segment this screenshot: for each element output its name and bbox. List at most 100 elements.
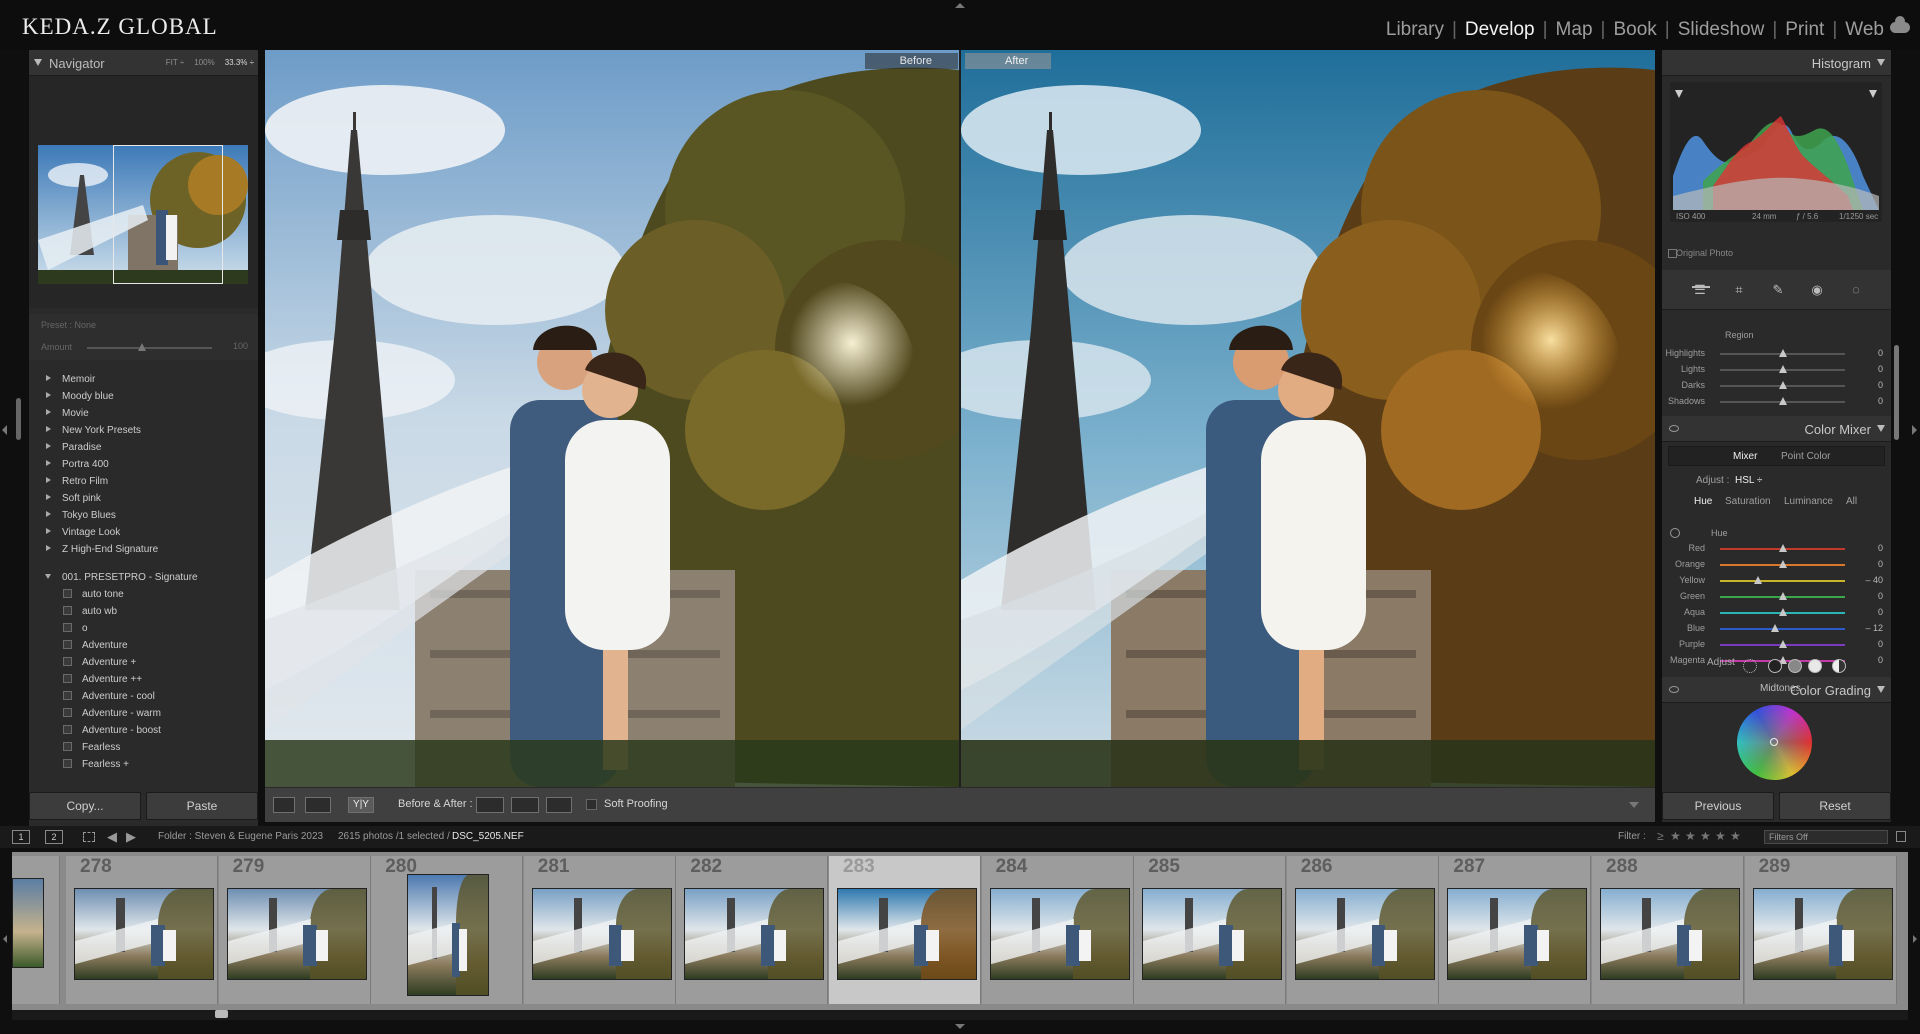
loupe-view-icon[interactable] (273, 797, 295, 813)
collapse-triangle-icon[interactable] (34, 59, 42, 66)
copy-button[interactable]: Copy... (29, 792, 141, 820)
zoom-fit[interactable]: FIT ÷ (166, 58, 184, 67)
slider-value[interactable]: 0 (1878, 364, 1883, 374)
three-way-icon[interactable] (1743, 659, 1757, 673)
module-develop[interactable]: Develop (1465, 19, 1535, 41)
filmstrip-toggle-icon[interactable] (955, 1024, 965, 1029)
preset-folder[interactable]: Tokyo Blues (29, 507, 258, 524)
preset-folder[interactable]: New York Presets (29, 422, 258, 439)
midtones-wheel-icon[interactable] (1788, 659, 1802, 673)
filmstrip-cell[interactable]: 282 (676, 856, 829, 1004)
filmstrip-cell[interactable]: 283 (829, 856, 981, 1004)
slider-value[interactable]: 0 (1878, 591, 1883, 601)
target-adjust-icon[interactable] (1670, 528, 1680, 538)
masking-icon[interactable]: ◌ (1848, 282, 1864, 298)
preset-folder[interactable]: Memoir (29, 371, 258, 388)
edit-sliders-icon[interactable]: ☰ (1692, 282, 1708, 298)
slider-knob[interactable] (1754, 576, 1762, 584)
filmstrip-thumbnail[interactable] (1752, 888, 1893, 980)
filmstrip-thumbnail[interactable] (1600, 888, 1740, 980)
star-icon[interactable]: ★ (1730, 829, 1741, 843)
preset-folder[interactable]: Movie (29, 405, 258, 422)
grid-view-icon[interactable] (83, 832, 95, 842)
before-after-mode-button[interactable]: Y|Y (348, 797, 374, 813)
slider-value[interactable]: 0 (1878, 655, 1883, 665)
preset-folder[interactable]: Retro Film (29, 473, 258, 490)
filmstrip-cell[interactable]: 288 (1592, 856, 1744, 1004)
preset-folder[interactable]: Portra 400 (29, 456, 258, 473)
filmstrip-cell[interactable]: 279 (218, 856, 371, 1004)
visibility-eye-icon[interactable] (1669, 425, 1679, 432)
filmstrip-thumbnail[interactable] (12, 878, 44, 968)
preset-item[interactable]: auto wb (29, 603, 258, 620)
filmstrip-thumbnail[interactable] (1294, 888, 1435, 980)
preset-folder[interactable]: Z High-End Signature (29, 541, 258, 558)
tab-mixer[interactable]: Mixer (1733, 451, 1757, 462)
filmstrip-cell[interactable]: 286 (1286, 856, 1439, 1004)
filmstrip-cell[interactable]: 284 (981, 856, 1134, 1004)
filmstrip-thumbnail[interactable] (531, 888, 672, 980)
collapse-triangle-icon[interactable] (1877, 686, 1885, 693)
module-book[interactable]: Book (1613, 19, 1656, 41)
subtab-hue[interactable]: Hue (1694, 496, 1712, 507)
preset-item[interactable]: Fearless + (29, 756, 258, 773)
slider-value[interactable]: 0 (1878, 348, 1883, 358)
filmstrip-cell[interactable]: 285 (1134, 856, 1287, 1004)
collapse-top-arrow-icon[interactable] (955, 3, 965, 8)
preset-folder[interactable]: Vintage Look (29, 524, 258, 541)
filter-lock-icon[interactable] (1896, 831, 1906, 842)
filmstrip-left-arrow-icon[interactable] (3, 935, 7, 943)
slider-knob[interactable] (1779, 397, 1787, 405)
previous-button[interactable]: Previous (1662, 792, 1774, 820)
filmstrip-thumbnail[interactable] (1142, 888, 1283, 980)
preset-item[interactable]: auto tone (29, 586, 258, 603)
slider-knob[interactable] (1779, 544, 1787, 552)
toolbar-menu-chevron-icon[interactable] (1629, 802, 1639, 808)
expand-triangle-icon[interactable] (46, 528, 51, 534)
color-wheel-handle[interactable] (1770, 738, 1778, 746)
navigator-header[interactable]: Navigator FIT ÷ 100% 33.3% ÷ (29, 50, 258, 76)
slider-value[interactable]: 0 (1878, 380, 1883, 390)
preset-item[interactable]: o (29, 620, 258, 637)
before-photo[interactable]: Before (265, 50, 959, 787)
shadows-wheel-icon[interactable] (1768, 659, 1782, 673)
preset-item[interactable]: Adventure (29, 637, 258, 654)
slider-knob[interactable] (1779, 560, 1787, 568)
star-icon[interactable]: ★ (1685, 829, 1696, 843)
module-print[interactable]: Print (1785, 19, 1824, 41)
slider-value[interactable]: – 12 (1865, 623, 1883, 633)
left-panel-scrollbar[interactable] (16, 398, 21, 440)
preset-folder[interactable]: Soft pink (29, 490, 258, 507)
filmstrip-right-arrow-icon[interactable] (1913, 935, 1917, 943)
slider-knob[interactable] (1779, 381, 1787, 389)
filmstrip-cell[interactable]: 278 (66, 856, 218, 1004)
module-library[interactable]: Library (1386, 19, 1444, 41)
subtab-all[interactable]: All (1846, 496, 1857, 507)
after-photo[interactable] (961, 50, 1655, 787)
filmstrip-cell[interactable]: 287 (1439, 856, 1592, 1004)
slider-value[interactable]: 0 (1878, 543, 1883, 553)
slider-track[interactable] (1720, 580, 1845, 582)
module-map[interactable]: Map (1556, 19, 1593, 41)
red-eye-icon[interactable]: ◉ (1809, 282, 1825, 298)
filmstrip-thumbnail[interactable] (837, 888, 977, 980)
expand-triangle-icon[interactable] (46, 477, 51, 483)
filmstrip-cell[interactable]: 281 (523, 856, 676, 1004)
slider-knob[interactable] (1771, 624, 1779, 632)
filmstrip-thumbnail[interactable] (74, 888, 214, 980)
expand-triangle-icon[interactable] (46, 545, 51, 551)
filmstrip-thumbnail[interactable] (226, 888, 367, 980)
cloud-sync-icon[interactable] (1890, 16, 1910, 33)
preset-item[interactable]: Adventure - warm (29, 705, 258, 722)
filmstrip-cell[interactable]: 289 (1744, 856, 1897, 1004)
slider-value[interactable]: – 40 (1865, 575, 1883, 585)
preset-item[interactable]: Adventure - boost (29, 722, 258, 739)
slider-value[interactable]: 0 (1878, 396, 1883, 406)
before-after-view-icon[interactable] (305, 797, 331, 813)
paste-button[interactable]: Paste (146, 792, 258, 820)
zoom-100[interactable]: 100% (194, 58, 214, 67)
highlights-wheel-icon[interactable] (1808, 659, 1822, 673)
filmstrip-scroll-knob[interactable] (215, 1010, 228, 1018)
filmstrip-thumbnail[interactable] (407, 874, 490, 996)
filters-select[interactable]: Filters Off (1764, 830, 1888, 844)
